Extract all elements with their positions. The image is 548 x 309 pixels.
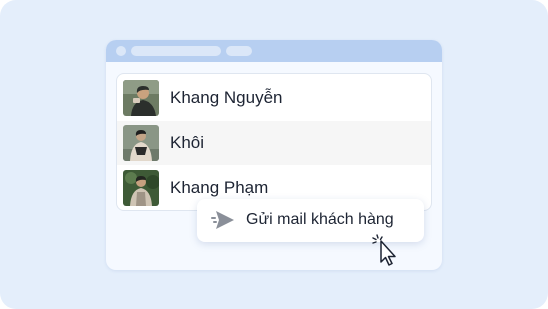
avatar xyxy=(123,80,159,116)
contact-name: Khang Phạm xyxy=(170,178,269,197)
titlebar-placeholder-bar-short xyxy=(226,46,252,56)
window-titlebar xyxy=(106,40,442,62)
send-icon xyxy=(211,211,234,229)
titlebar-placeholder-bar xyxy=(131,46,221,56)
pointer-cursor-icon xyxy=(372,234,396,266)
contact-name: Khôi xyxy=(170,133,205,152)
window-control-dot[interactable] xyxy=(116,46,126,56)
contact-row[interactable]: Khôi xyxy=(117,121,431,165)
contact-list: Khang Nguyễn Khôi Khang Phạm xyxy=(116,73,432,211)
contact-name: Khang Nguyễn xyxy=(170,88,283,107)
contact-row[interactable]: Khang Nguyễn xyxy=(117,76,431,120)
avatar xyxy=(123,125,159,161)
send-mail-label: Gửi mail khách hàng xyxy=(246,211,394,228)
avatar xyxy=(123,170,159,206)
